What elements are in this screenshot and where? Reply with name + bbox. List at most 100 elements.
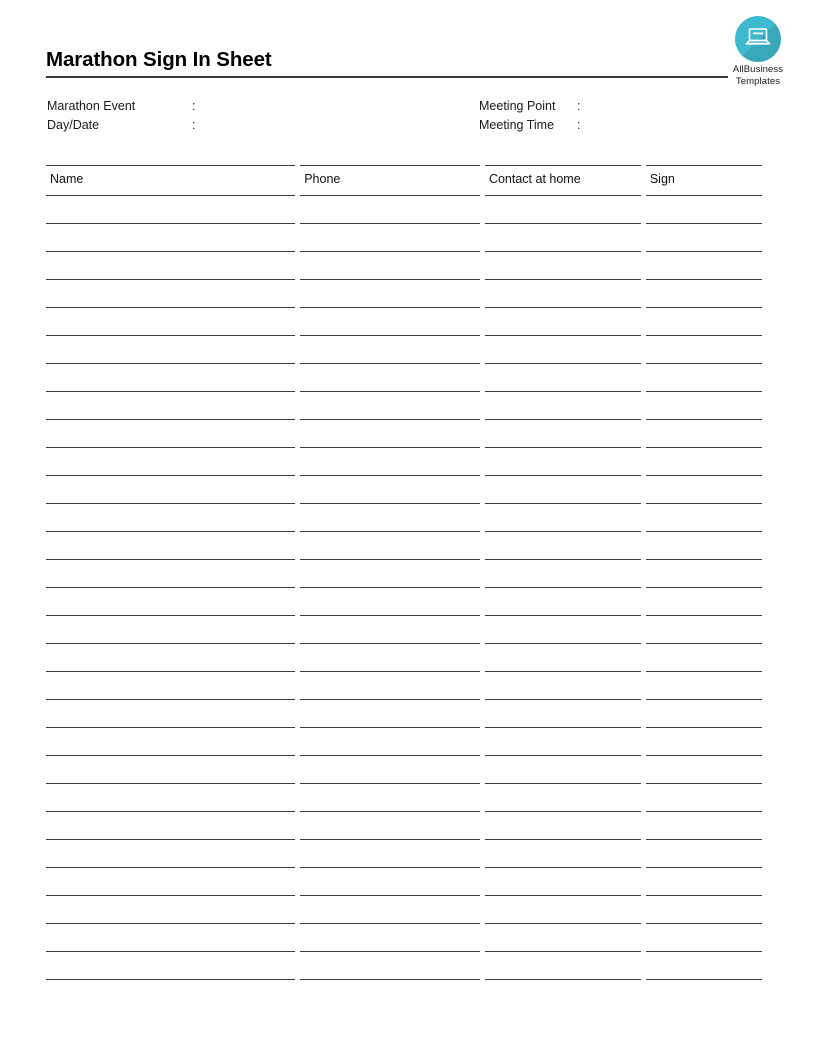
cell-name[interactable]	[46, 643, 296, 671]
cell-contact[interactable]	[484, 699, 641, 727]
cell-contact[interactable]	[484, 251, 641, 279]
cell-sign[interactable]	[645, 335, 762, 363]
cell-phone[interactable]	[300, 923, 480, 951]
cell-phone[interactable]	[300, 727, 480, 755]
cell-sign[interactable]	[645, 699, 762, 727]
cell-contact[interactable]	[484, 447, 641, 475]
cell-phone[interactable]	[300, 475, 480, 503]
cell-phone[interactable]	[300, 615, 480, 643]
cell-phone[interactable]	[300, 951, 480, 979]
cell-phone[interactable]	[300, 335, 480, 363]
cell-phone[interactable]	[300, 419, 480, 447]
cell-name[interactable]	[46, 223, 296, 251]
cell-name[interactable]	[46, 811, 296, 839]
cell-contact[interactable]	[484, 363, 641, 391]
cell-name[interactable]	[46, 195, 296, 223]
cell-name[interactable]	[46, 279, 296, 307]
cell-sign[interactable]	[645, 559, 762, 587]
cell-name[interactable]	[46, 587, 296, 615]
cell-contact[interactable]	[484, 615, 641, 643]
cell-sign[interactable]	[645, 531, 762, 559]
cell-phone[interactable]	[300, 307, 480, 335]
cell-contact[interactable]	[484, 811, 641, 839]
cell-contact[interactable]	[484, 755, 641, 783]
cell-phone[interactable]	[300, 671, 480, 699]
cell-contact[interactable]	[484, 587, 641, 615]
cell-phone[interactable]	[300, 783, 480, 811]
cell-sign[interactable]	[645, 391, 762, 419]
cell-name[interactable]	[46, 531, 296, 559]
cell-sign[interactable]	[645, 951, 762, 979]
cell-contact[interactable]	[484, 671, 641, 699]
cell-sign[interactable]	[645, 895, 762, 923]
cell-contact[interactable]	[484, 895, 641, 923]
cell-name[interactable]	[46, 671, 296, 699]
cell-contact[interactable]	[484, 867, 641, 895]
cell-name[interactable]	[46, 559, 296, 587]
cell-contact[interactable]	[484, 475, 641, 503]
cell-name[interactable]	[46, 839, 296, 867]
cell-phone[interactable]	[300, 559, 480, 587]
cell-phone[interactable]	[300, 839, 480, 867]
cell-sign[interactable]	[645, 195, 762, 223]
cell-contact[interactable]	[484, 531, 641, 559]
cell-sign[interactable]	[645, 811, 762, 839]
cell-name[interactable]	[46, 783, 296, 811]
cell-sign[interactable]	[645, 363, 762, 391]
cell-sign[interactable]	[645, 755, 762, 783]
cell-contact[interactable]	[484, 559, 641, 587]
cell-name[interactable]	[46, 363, 296, 391]
cell-phone[interactable]	[300, 867, 480, 895]
cell-sign[interactable]	[645, 251, 762, 279]
cell-phone[interactable]	[300, 391, 480, 419]
cell-name[interactable]	[46, 447, 296, 475]
cell-name[interactable]	[46, 419, 296, 447]
cell-sign[interactable]	[645, 643, 762, 671]
cell-phone[interactable]	[300, 251, 480, 279]
cell-name[interactable]	[46, 895, 296, 923]
cell-phone[interactable]	[300, 895, 480, 923]
cell-phone[interactable]	[300, 447, 480, 475]
cell-sign[interactable]	[645, 587, 762, 615]
cell-name[interactable]	[46, 923, 296, 951]
cell-contact[interactable]	[484, 307, 641, 335]
cell-sign[interactable]	[645, 503, 762, 531]
cell-name[interactable]	[46, 391, 296, 419]
cell-contact[interactable]	[484, 951, 641, 979]
cell-contact[interactable]	[484, 643, 641, 671]
cell-sign[interactable]	[645, 307, 762, 335]
cell-phone[interactable]	[300, 195, 480, 223]
cell-name[interactable]	[46, 307, 296, 335]
cell-phone[interactable]	[300, 279, 480, 307]
cell-phone[interactable]	[300, 699, 480, 727]
cell-contact[interactable]	[484, 195, 641, 223]
cell-sign[interactable]	[645, 447, 762, 475]
cell-contact[interactable]	[484, 391, 641, 419]
cell-phone[interactable]	[300, 503, 480, 531]
cell-sign[interactable]	[645, 279, 762, 307]
cell-sign[interactable]	[645, 419, 762, 447]
cell-phone[interactable]	[300, 811, 480, 839]
cell-sign[interactable]	[645, 615, 762, 643]
cell-name[interactable]	[46, 755, 296, 783]
cell-contact[interactable]	[484, 839, 641, 867]
cell-name[interactable]	[46, 335, 296, 363]
cell-sign[interactable]	[645, 223, 762, 251]
cell-sign[interactable]	[645, 783, 762, 811]
cell-sign[interactable]	[645, 923, 762, 951]
cell-name[interactable]	[46, 615, 296, 643]
cell-contact[interactable]	[484, 279, 641, 307]
cell-phone[interactable]	[300, 223, 480, 251]
cell-sign[interactable]	[645, 839, 762, 867]
cell-contact[interactable]	[484, 783, 641, 811]
cell-phone[interactable]	[300, 643, 480, 671]
cell-sign[interactable]	[645, 867, 762, 895]
cell-contact[interactable]	[484, 223, 641, 251]
cell-name[interactable]	[46, 727, 296, 755]
cell-name[interactable]	[46, 699, 296, 727]
cell-contact[interactable]	[484, 335, 641, 363]
cell-phone[interactable]	[300, 363, 480, 391]
cell-name[interactable]	[46, 503, 296, 531]
cell-phone[interactable]	[300, 531, 480, 559]
cell-name[interactable]	[46, 251, 296, 279]
